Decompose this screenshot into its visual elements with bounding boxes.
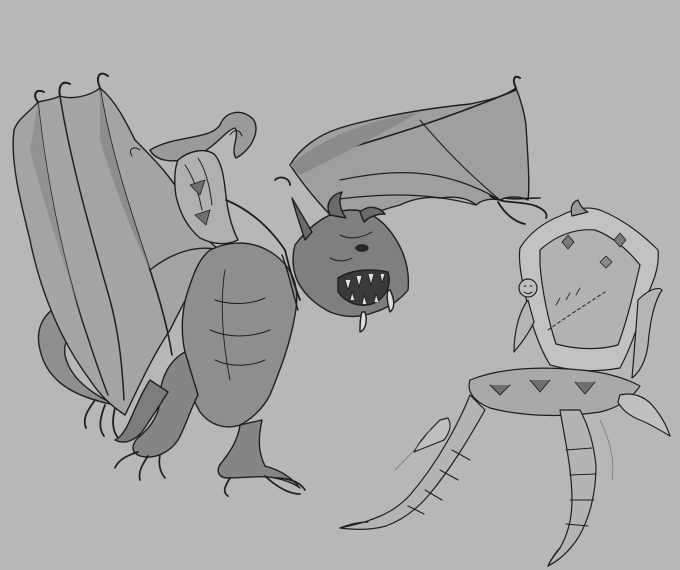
- throne-leg-back-right: [617, 393, 671, 437]
- demon-body: [181, 242, 298, 428]
- throne-face-ornament: [518, 278, 538, 298]
- throne-seat-band: [468, 367, 641, 417]
- throne-leg-front-right: [547, 409, 597, 567]
- demon-eye: [355, 244, 369, 252]
- demon-horn-left: [291, 197, 313, 241]
- throne-leg-front-left: [339, 394, 486, 530]
- sketch-illustration: [12, 72, 671, 567]
